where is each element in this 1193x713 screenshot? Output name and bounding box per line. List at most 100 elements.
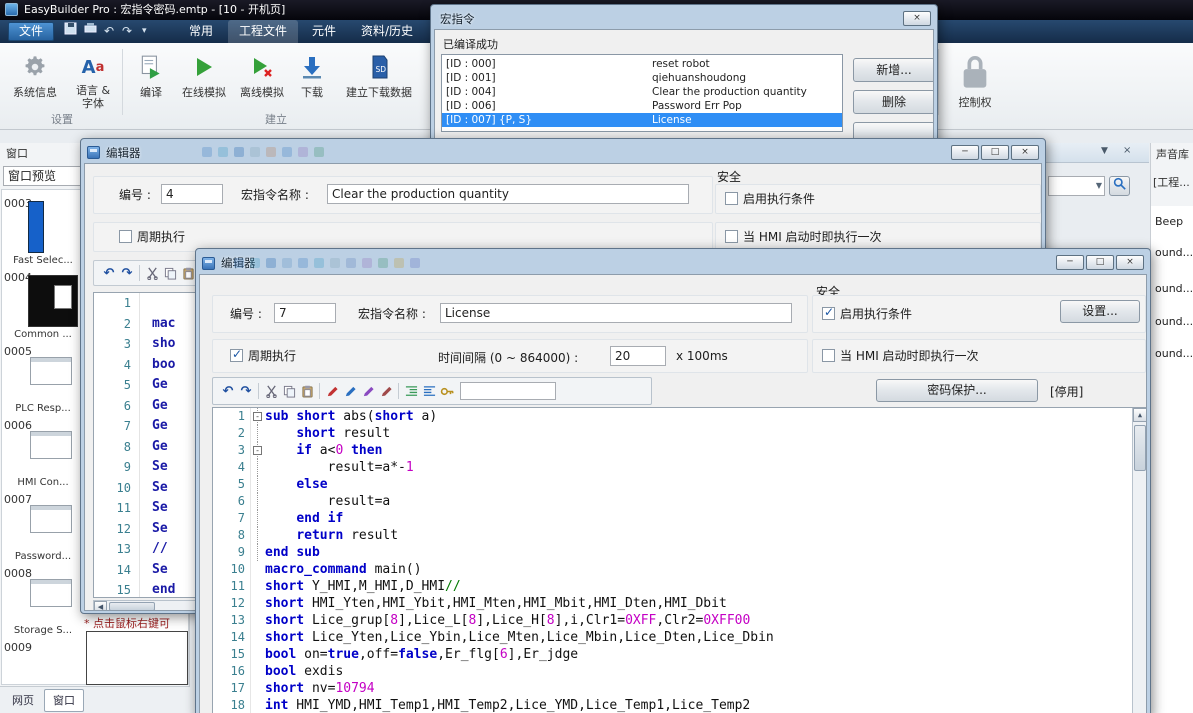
- redo-icon[interactable]: ↷: [118, 264, 136, 282]
- macro-name-input[interactable]: Clear the production quantity: [327, 184, 689, 204]
- sound-list-item[interactable]: ound...: [1155, 246, 1192, 259]
- macro-dialog-titlebar[interactable]: 宏指令 ×: [434, 8, 934, 29]
- online-simulation-button[interactable]: 在线模拟: [176, 46, 232, 112]
- cut-icon[interactable]: [143, 264, 161, 282]
- window-thumbnail[interactable]: [30, 431, 72, 459]
- download-button[interactable]: 下载: [292, 46, 332, 112]
- sound-list-item[interactable]: ound...: [1155, 282, 1192, 295]
- file-menu-button[interactable]: 文件: [8, 22, 54, 41]
- indent-left-icon[interactable]: [402, 382, 420, 400]
- sound-list-item[interactable]: Beep: [1155, 215, 1192, 228]
- toolbar-search-input[interactable]: [460, 382, 556, 400]
- marker-darkred-icon[interactable]: [377, 382, 395, 400]
- ribbon-tab-project-file[interactable]: 工程文件: [228, 20, 298, 43]
- code-line: 12short HMI_Yten,HMI_Ybit,HMI_Mten,HMI_M…: [213, 595, 1147, 612]
- copy-icon[interactable]: [280, 382, 298, 400]
- paste-icon[interactable]: [298, 382, 316, 400]
- project-tab-label[interactable]: [工程...: [1153, 174, 1190, 190]
- system-info-button[interactable]: 系统信息: [6, 46, 64, 112]
- maximize-icon[interactable]: □: [1086, 255, 1114, 270]
- marker-blue-icon[interactable]: [341, 382, 359, 400]
- editor2-code-area[interactable]: 1-sub short abs(short a)2 short result3-…: [212, 407, 1147, 713]
- window-thumbnail[interactable]: [28, 201, 44, 253]
- ribbon-group-build: 建立: [126, 111, 426, 127]
- window-thumbnail[interactable]: [28, 275, 78, 327]
- minimize-icon[interactable]: ─: [1056, 255, 1084, 270]
- enable-condition-checkbox[interactable]: 启用执行条件: [822, 305, 912, 322]
- sound-list-item[interactable]: ound...: [1155, 315, 1192, 328]
- macro-item-name: Clear the production quantity: [652, 85, 807, 99]
- chevron-down-icon[interactable]: ▼: [1101, 146, 1108, 156]
- code-text: //: [140, 539, 168, 560]
- macro-list-item[interactable]: [ID : 006]Password Err Pop: [442, 99, 842, 113]
- marker-purple-icon[interactable]: [359, 382, 377, 400]
- save-icon[interactable]: [64, 20, 77, 43]
- macro-id-input[interactable]: 4: [161, 184, 223, 204]
- close-icon[interactable]: ×: [1011, 145, 1039, 160]
- ribbon-tab-common[interactable]: 常用: [178, 20, 224, 43]
- compile-button[interactable]: 编译: [128, 46, 174, 112]
- tab-window[interactable]: 窗口: [44, 689, 84, 712]
- new-macro-button[interactable]: 新增...: [853, 58, 934, 82]
- minimize-icon[interactable]: ─: [951, 145, 979, 160]
- sound-list-item[interactable]: ound...: [1155, 347, 1192, 360]
- ribbon-tab-object[interactable]: 元件: [302, 20, 346, 43]
- maximize-icon[interactable]: □: [981, 145, 1009, 160]
- scroll-up-icon[interactable]: ▲: [1133, 408, 1147, 422]
- macro-list-item[interactable]: [ID : 000]reset robot: [442, 57, 842, 71]
- fold-marker-icon[interactable]: -: [253, 412, 262, 421]
- window-thumbnail[interactable]: [86, 631, 188, 685]
- macro-list-item[interactable]: [ID : 001]qiehuanshoudong: [442, 71, 842, 85]
- window-thumbnail[interactable]: [30, 357, 72, 385]
- ribbon-tab-data-history[interactable]: 资料/历史: [350, 20, 424, 43]
- close-icon[interactable]: ×: [903, 11, 931, 26]
- control-rights-button[interactable]: 控制权: [944, 46, 1006, 112]
- scrollbar-thumb[interactable]: [1134, 425, 1146, 471]
- editor2-titlebar[interactable]: 编辑器 ─ □ ×: [199, 252, 1147, 274]
- close-icon[interactable]: ×: [1123, 145, 1131, 156]
- copy-icon[interactable]: [161, 264, 179, 282]
- build-download-data-button[interactable]: SD 建立下载数据: [334, 46, 424, 112]
- enable-condition-checkbox[interactable]: 启用执行条件: [725, 190, 815, 207]
- quick-access-caret-icon[interactable]: ▾: [142, 20, 147, 43]
- address-combo[interactable]: ▼: [1048, 176, 1105, 196]
- macro-id-input[interactable]: 7: [274, 303, 336, 323]
- macro-name-input[interactable]: License: [440, 303, 792, 323]
- undo-icon[interactable]: ↶: [104, 20, 114, 43]
- tab-webpage[interactable]: 网页: [6, 691, 40, 712]
- run-on-startup-checkbox[interactable]: 当 HMI 启动时即执行一次: [822, 347, 979, 364]
- run-on-startup-checkbox[interactable]: 当 HMI 启动时即执行一次: [725, 228, 882, 245]
- macro-list-item[interactable]: [ID : 004]Clear the production quantity: [442, 85, 842, 99]
- marker-red-icon[interactable]: [323, 382, 341, 400]
- undo-icon[interactable]: ↶: [100, 264, 118, 282]
- periodic-checkbox[interactable]: 周期执行: [119, 228, 185, 245]
- chevron-down-icon[interactable]: ▼: [1096, 177, 1102, 195]
- window-thumbnail[interactable]: [30, 505, 72, 533]
- periodic-checkbox[interactable]: 周期执行: [230, 347, 296, 364]
- offline-simulation-button[interactable]: 离线模拟: [234, 46, 290, 112]
- scrollbar-thumb[interactable]: [109, 602, 155, 611]
- fold-marker-icon[interactable]: -: [253, 446, 262, 455]
- search-button[interactable]: [1109, 176, 1130, 196]
- print-icon[interactable]: [84, 20, 97, 43]
- find-key-icon[interactable]: [438, 382, 456, 400]
- password-protect-button[interactable]: 密码保护...: [876, 379, 1038, 402]
- scroll-left-icon[interactable]: ◀: [94, 601, 107, 611]
- language-font-button[interactable]: Aa 语言 & 字体: [66, 46, 120, 112]
- delete-macro-button[interactable]: 删除: [853, 90, 934, 114]
- settings-button[interactable]: 设置...: [1060, 300, 1140, 323]
- cut-icon[interactable]: [262, 382, 280, 400]
- macro-list-item[interactable]: [ID : 007] {P, S}License: [442, 113, 842, 127]
- macro-id-label: 编号 :: [230, 305, 262, 322]
- undo-icon[interactable]: ↶: [219, 382, 237, 400]
- editor-window-icon: [87, 146, 100, 159]
- redo-icon[interactable]: ↷: [237, 382, 255, 400]
- close-icon[interactable]: ×: [1116, 255, 1144, 270]
- interval-input[interactable]: 20: [610, 346, 666, 366]
- vertical-scrollbar[interactable]: ▲: [1132, 408, 1147, 713]
- code-text: int HMI_YMD,HMI_Temp1,HMI_Temp2,Lice_YMD…: [265, 697, 750, 713]
- window-thumbnail[interactable]: [30, 579, 72, 607]
- indent-right-icon[interactable]: [420, 382, 438, 400]
- editor1-titlebar[interactable]: 编辑器 ─ □ ×: [84, 142, 1042, 163]
- redo-icon[interactable]: ↷: [122, 20, 132, 43]
